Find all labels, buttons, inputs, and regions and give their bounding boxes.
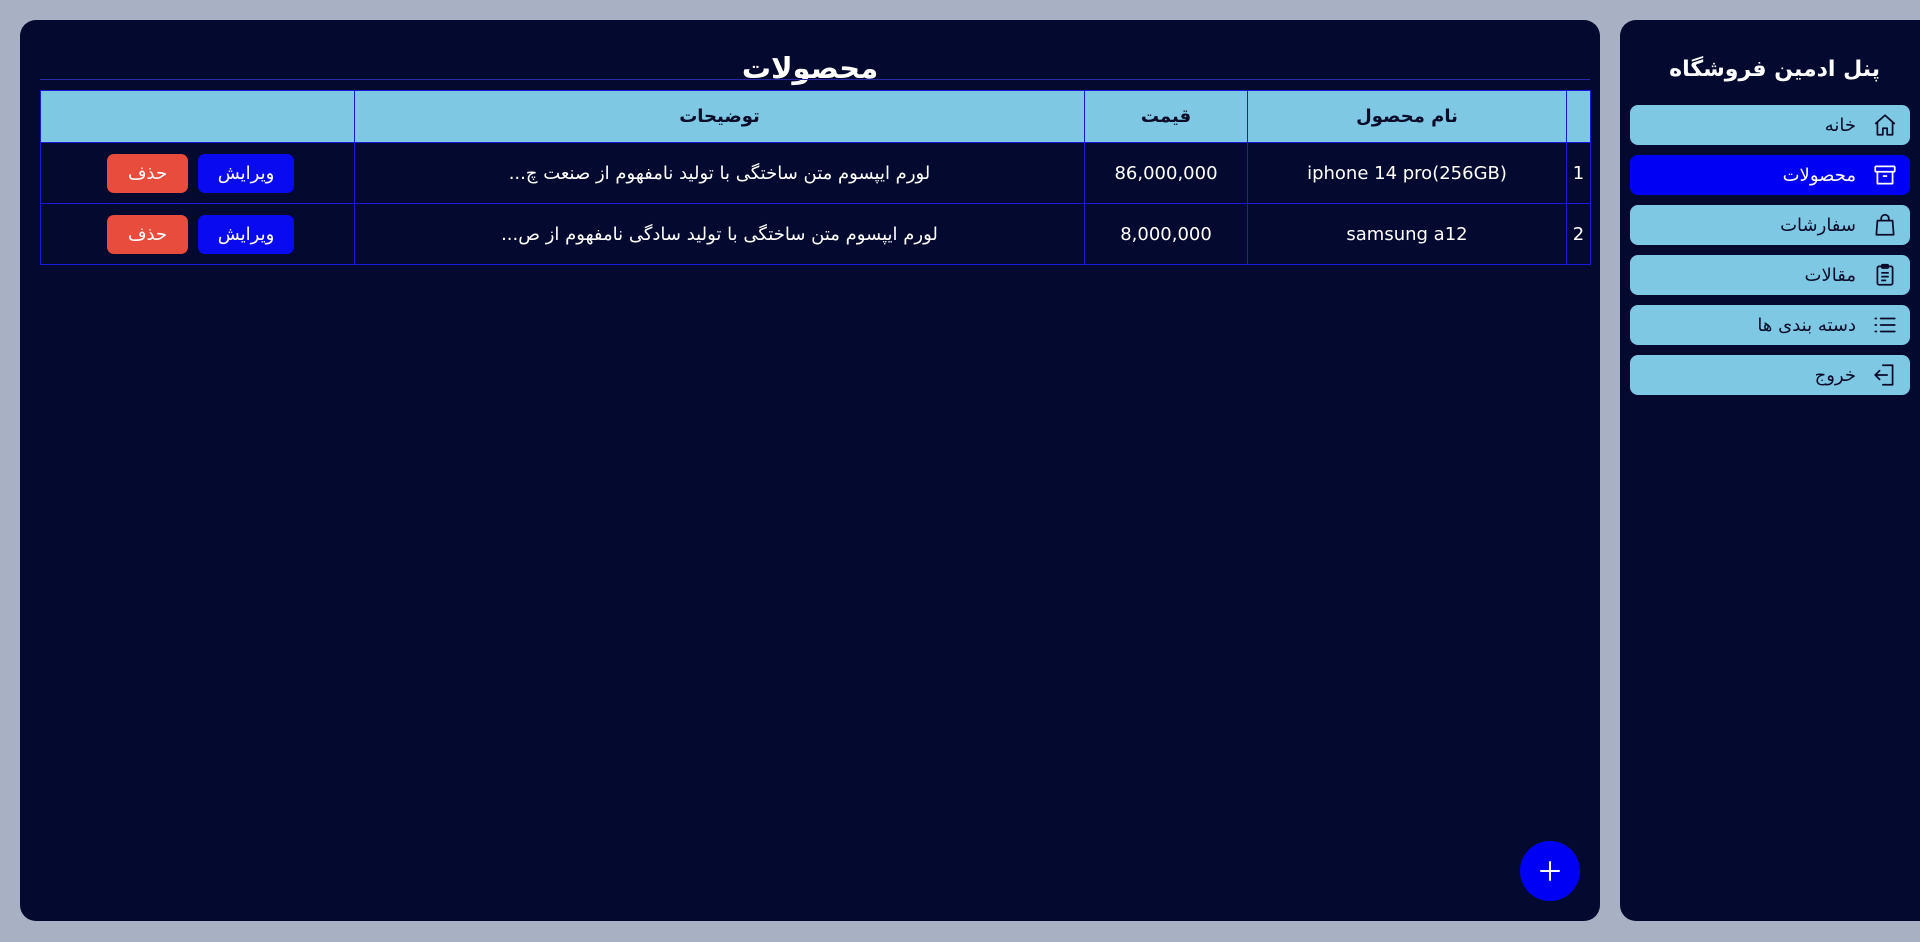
table-row: 2 samsung a12 8,000,000 لورم ایپسوم متن … — [40, 203, 1591, 265]
sidebar-item-label: دسته بندی ها — [1757, 314, 1856, 336]
sidebar: پنل ادمین فروشگاه خانه محصولات سفارشات م… — [1620, 20, 1920, 921]
list-icon — [1870, 310, 1900, 340]
price-cell: 8,000,000 — [1084, 203, 1248, 265]
price-cell: 86,000,000 — [1084, 142, 1248, 204]
description-cell: لورم ایپسوم متن ساختگی با تولید نامفهوم … — [354, 142, 1085, 204]
sidebar-nav: خانه محصولات سفارشات مقالات دسته بندی ها… — [1630, 105, 1910, 405]
sidebar-item-products[interactable]: محصولات — [1630, 155, 1910, 195]
page-title: محصولات — [741, 51, 879, 85]
sidebar-item-label: محصولات — [1782, 164, 1856, 186]
delete-button[interactable]: حذف — [107, 214, 188, 254]
actions-cell: ویرایش حذف — [40, 203, 355, 265]
sidebar-item-label: سفارشات — [1780, 214, 1856, 236]
header-price: قیمت — [1084, 90, 1248, 143]
clipboard-icon — [1870, 260, 1900, 290]
sidebar-item-categories[interactable]: دسته بندی ها — [1630, 305, 1910, 345]
shopping-bag-icon — [1870, 210, 1900, 240]
plus-icon — [1540, 861, 1560, 881]
row-index: 1 — [1566, 142, 1591, 204]
sidebar-item-articles[interactable]: مقالات — [1630, 255, 1910, 295]
header-description: توضیحات — [354, 90, 1085, 143]
product-name-cell: samsung a12 — [1247, 203, 1567, 265]
add-product-button[interactable] — [1520, 841, 1580, 901]
sidebar-item-label: خروج — [1814, 364, 1856, 386]
sidebar-item-orders[interactable]: سفارشات — [1630, 205, 1910, 245]
header-actions — [40, 90, 355, 143]
header-product-name: نام محصول — [1247, 90, 1567, 143]
edit-button[interactable]: ویرایش — [198, 153, 294, 193]
table-header-row: نام محصول قیمت توضیحات — [40, 90, 1591, 143]
header-index — [1566, 90, 1591, 143]
row-index: 2 — [1566, 203, 1591, 265]
product-name-cell: iphone 14 pro(256GB) — [1247, 142, 1567, 204]
table-row: 1 iphone 14 pro(256GB) 86,000,000 لورم ا… — [40, 142, 1591, 204]
products-table: نام محصول قیمت توضیحات 1 iphone 14 pro(2… — [40, 90, 1591, 265]
sidebar-title: پنل ادمین فروشگاه — [1669, 57, 1880, 82]
edit-button[interactable]: ویرایش — [198, 214, 294, 254]
archive-box-icon — [1870, 160, 1900, 190]
description-cell: لورم ایپسوم متن ساختگی با تولید سادگی نا… — [354, 203, 1085, 265]
products-panel: محصولات نام محصول قیمت توضیحات 1 iphone … — [20, 20, 1600, 921]
sidebar-item-label: خانه — [1824, 114, 1856, 136]
home-icon — [1870, 110, 1900, 140]
sidebar-item-label: مقالات — [1804, 264, 1856, 286]
products-table-wrapper: نام محصول قیمت توضیحات 1 iphone 14 pro(2… — [40, 90, 1591, 265]
sidebar-item-home[interactable]: خانه — [1630, 105, 1910, 145]
sidebar-item-logout[interactable]: خروج — [1630, 355, 1910, 395]
logout-icon — [1870, 360, 1900, 390]
actions-cell: ویرایش حذف — [40, 142, 355, 204]
delete-button[interactable]: حذف — [107, 153, 188, 193]
title-divider — [40, 79, 1590, 80]
